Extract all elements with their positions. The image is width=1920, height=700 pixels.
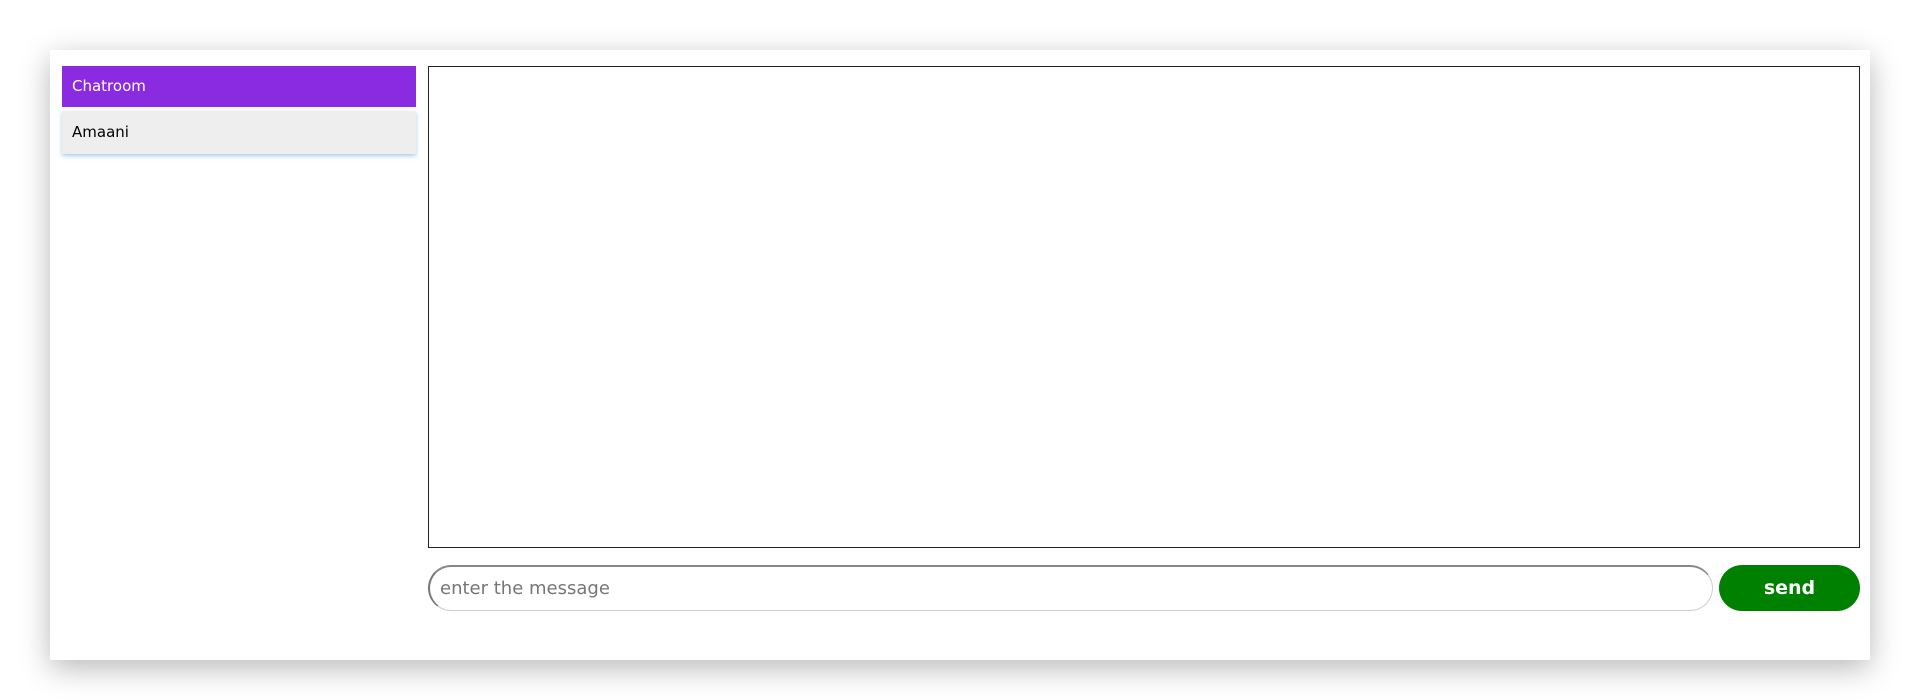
sidebar-header: Chatroom (62, 66, 416, 107)
send-button[interactable]: send (1719, 565, 1860, 611)
message-composer: send (428, 565, 1860, 611)
sidebar-item-amaani[interactable]: Amaani (62, 111, 416, 154)
room-sidebar: Chatroom Amaani (62, 66, 416, 154)
message-input[interactable] (428, 565, 1713, 611)
message-area[interactable] (428, 66, 1860, 548)
chat-window: Chatroom Amaani send (50, 50, 1870, 660)
sidebar-item-label: Amaani (72, 123, 129, 141)
